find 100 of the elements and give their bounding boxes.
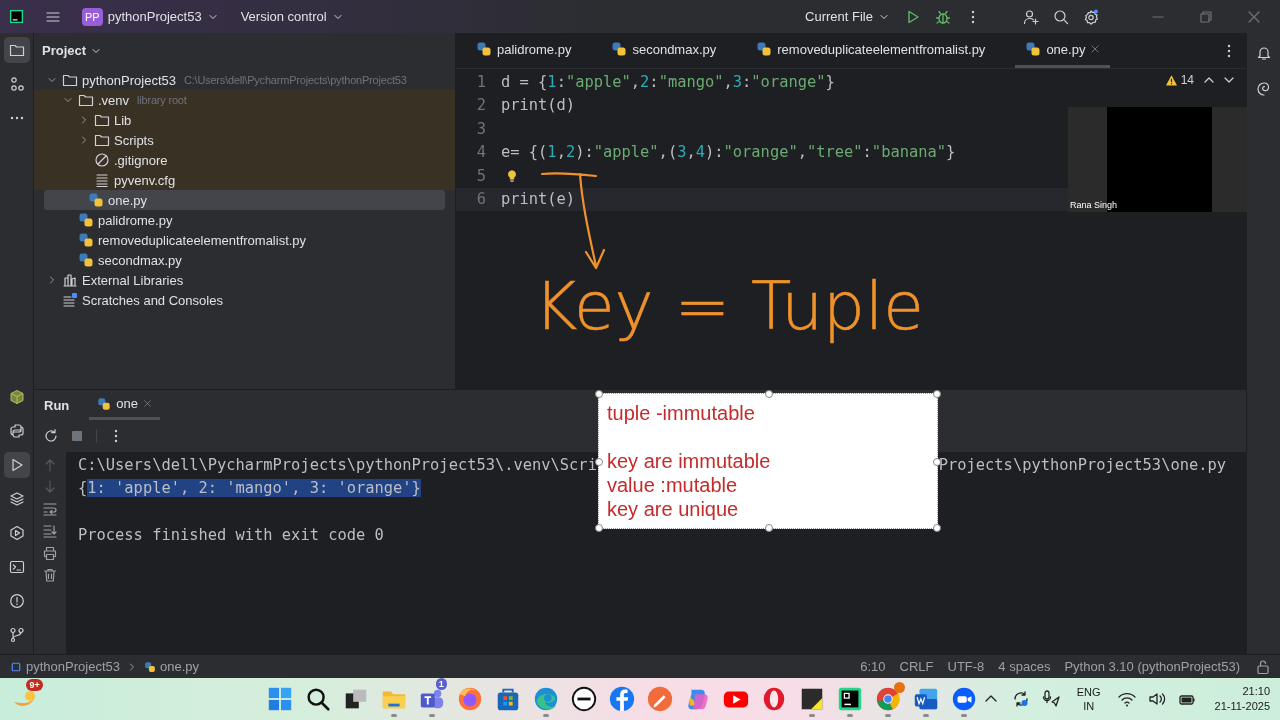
app-logo-icon xyxy=(9,9,24,24)
bell-icon xyxy=(1255,45,1272,61)
search-icon xyxy=(1053,8,1069,25)
tree-item[interactable]: pyvenv.cfg xyxy=(34,170,455,190)
python-file-icon xyxy=(1025,41,1042,57)
tree-item[interactable]: palidrome.py xyxy=(34,210,455,230)
status-item[interactable]: Python 3.10 (pythonProject53) xyxy=(1064,659,1240,674)
folder-icon xyxy=(78,92,94,108)
add-user-icon xyxy=(1023,8,1039,25)
editor-tab[interactable]: one.py xyxy=(1015,33,1111,68)
layers-icon xyxy=(8,491,25,507)
run-tool-button[interactable] xyxy=(3,452,30,478)
breadcrumb[interactable]: one.py xyxy=(143,659,199,674)
bug-icon xyxy=(935,8,951,25)
folder-icon xyxy=(94,112,110,128)
run-config-menu[interactable]: Current File xyxy=(799,6,896,27)
python-file-icon xyxy=(143,660,156,673)
python-console-icon xyxy=(8,423,25,439)
breadcrumb[interactable]: pythonProject53 xyxy=(10,659,120,674)
project-name: pythonProject53 xyxy=(107,9,202,24)
language-indicator[interactable]: ENG IN xyxy=(1076,685,1101,713)
tree-item[interactable]: External Libraries xyxy=(34,270,455,290)
tree-item[interactable]: .gitignore xyxy=(34,150,455,170)
folder-icon xyxy=(8,42,25,58)
line-number: 2 xyxy=(475,96,486,115)
line-number: 4 xyxy=(475,143,486,162)
code-line: print(e) xyxy=(501,190,576,209)
note-text: value :mutable xyxy=(607,473,738,497)
facebook-icon xyxy=(607,685,636,713)
notification-badge: 9+ xyxy=(26,679,43,691)
resize-handle[interactable] xyxy=(595,458,603,466)
resize-handle[interactable] xyxy=(595,390,603,398)
line-number: 1 xyxy=(475,72,486,91)
code-line: d = {1:"apple",2:"mango",3:"orange"} xyxy=(501,72,835,91)
wrap-icon xyxy=(42,501,58,517)
vcs-label: Version control xyxy=(240,9,327,24)
taskbar-app[interactable]: 1 xyxy=(416,680,447,718)
tree-item[interactable]: .venv library root xyxy=(34,90,455,110)
tree-item[interactable]: removeduplicateelementfromalist.py xyxy=(34,230,455,250)
status-item[interactable]: CRLF xyxy=(899,659,934,674)
resize-handle[interactable] xyxy=(765,524,773,532)
status-item[interactable]: UTF-8 xyxy=(947,659,985,674)
folder-icon xyxy=(62,72,78,88)
note-text: tuple -immutable xyxy=(607,401,755,425)
warnings-indicator[interactable]: 14 xyxy=(1160,71,1198,89)
project-tool-button[interactable] xyxy=(3,37,30,63)
python-file-icon xyxy=(78,252,94,268)
stop-icon xyxy=(69,428,85,444)
run-tab[interactable]: one xyxy=(89,390,160,420)
status-item[interactable]: 4 spaces xyxy=(998,659,1051,674)
play-icon xyxy=(905,8,921,25)
resize-handle[interactable] xyxy=(595,524,603,532)
drawing-app-icon xyxy=(645,685,674,713)
resize-handle[interactable] xyxy=(765,390,773,398)
project-badge: PP xyxy=(82,7,103,26)
tree-item[interactable]: Scripts xyxy=(34,130,455,150)
run-config-label: Current File xyxy=(805,9,873,24)
tree-item[interactable]: pythonProject53 C:\Users\dell\PycharmProjects\pythonProject53 xyxy=(34,70,455,90)
scratches-icon xyxy=(62,292,78,308)
weather-widget[interactable]: 9+ xyxy=(10,679,43,719)
restore-icon xyxy=(1198,8,1214,25)
close-icon xyxy=(143,399,152,408)
profile-badge xyxy=(893,682,905,693)
python-file-icon xyxy=(611,41,628,57)
ignore-file-icon xyxy=(94,152,110,168)
lock-button[interactable] xyxy=(1254,657,1272,676)
folder-icon xyxy=(94,132,110,148)
participant-name: Rana Singh xyxy=(1070,200,1118,210)
editor-tab[interactable]: removeduplicateelementfromalist.py xyxy=(746,33,996,68)
tree-item[interactable]: Scratches and Consoles xyxy=(34,290,455,310)
library-icon xyxy=(62,272,78,288)
notification-badge: 1 xyxy=(435,678,447,690)
resize-handle[interactable] xyxy=(933,390,941,398)
vcs-menu[interactable]: Version control xyxy=(234,6,350,27)
text-box[interactable]: tuple -immutable key are immutable value :mutable key are unique xyxy=(598,393,938,529)
tree-item[interactable]: secondmax.py xyxy=(34,250,455,270)
trash-icon xyxy=(42,567,58,583)
project-switcher[interactable]: PP pythonProject53 xyxy=(76,4,225,29)
resize-handle[interactable] xyxy=(933,458,941,466)
close-icon xyxy=(1090,44,1101,54)
console-text: C:\Users\dell\PycharmProjects\pythonProject53\.venv\Scri xyxy=(78,455,597,476)
settings-icon xyxy=(1083,8,1099,25)
python-file-icon xyxy=(78,232,94,248)
branch-icon xyxy=(8,627,25,643)
project-view-menu[interactable]: Project xyxy=(42,43,103,58)
warning-icon xyxy=(8,593,25,609)
line-number: 5 xyxy=(475,166,486,185)
panel-title: Run xyxy=(44,397,70,413)
editor-tab[interactable]: palidrome.py xyxy=(466,33,582,68)
python-file-icon xyxy=(476,41,492,57)
clock[interactable]: 21:10 21-11-2025 xyxy=(1214,684,1270,714)
status-item[interactable]: 6:10 xyxy=(860,659,886,674)
python-file-icon xyxy=(97,396,112,411)
python-file-icon xyxy=(88,192,104,208)
tree-item[interactable]: Lib xyxy=(34,110,455,130)
tree-item[interactable]: one.py xyxy=(44,190,445,210)
code-line: e= {(1,2):"apple",(3,4):"orange","tree":"banana"} xyxy=(501,143,956,162)
python-file-icon xyxy=(756,41,773,57)
editor-tab[interactable]: secondmax.py xyxy=(601,33,727,68)
resize-handle[interactable] xyxy=(933,524,941,532)
